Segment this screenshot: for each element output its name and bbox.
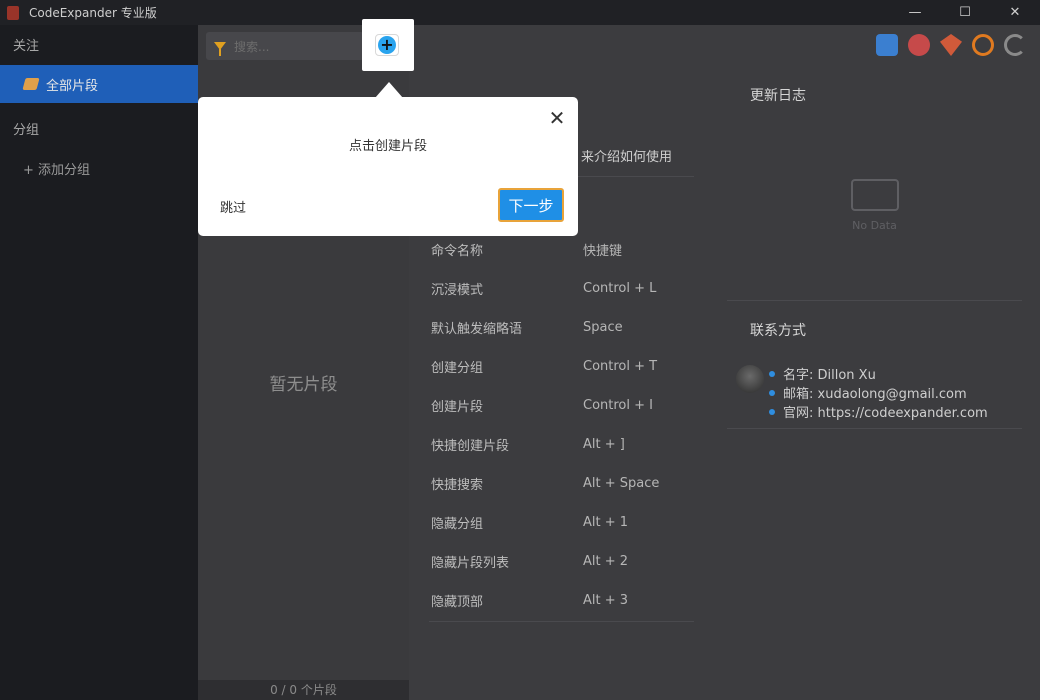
list-item: 官网: https://codeexpander.com xyxy=(769,402,988,421)
divider xyxy=(727,300,1022,301)
table-row: 隐藏顶部 Alt + 3 xyxy=(431,581,693,620)
no-data-text: No Data xyxy=(852,218,897,232)
table-row: 隐藏分组 Alt + 1 xyxy=(431,503,693,542)
filter-icon[interactable] xyxy=(214,42,226,56)
shortcut-name: 隐藏顶部 xyxy=(431,595,484,610)
bullet-icon xyxy=(769,408,775,415)
table-row: 快捷搜索 Alt + Space xyxy=(431,464,693,503)
changelog-empty: No Data xyxy=(727,125,1022,285)
shortcut-key: Control + T xyxy=(583,359,658,374)
tour-close-button[interactable]: ✕ xyxy=(548,108,566,128)
contact-name: 名字: Dillon Xu xyxy=(783,368,876,383)
bullet-icon xyxy=(769,370,775,377)
shortcut-name: 隐藏分组 xyxy=(431,517,484,532)
sidebar-follow-heading: 关注 xyxy=(13,38,40,54)
snippet-count-footer: 0 / 0 个片段 xyxy=(198,680,409,700)
contact-title: 联系方式 xyxy=(750,323,806,339)
shortcut-key: Alt + ] xyxy=(583,437,625,452)
sync-icon[interactable] xyxy=(972,34,994,56)
search-placeholder: 搜索... xyxy=(234,39,270,54)
shortcut-name: 快捷创建片段 xyxy=(431,439,510,454)
tour-popup: ✕ 点击创建片段 跳过 下一步 xyxy=(198,97,578,236)
changelog-title: 更新日志 xyxy=(750,88,806,104)
empty-tray-icon xyxy=(850,178,899,211)
shortcut-key: Alt + 3 xyxy=(583,593,629,608)
shortcut-name: 创建分组 xyxy=(431,361,484,376)
intro-text: 来介绍如何使用 xyxy=(581,150,673,165)
sidebar-item-all-snippets[interactable]: 全部片段 xyxy=(0,65,198,103)
table-row: 沉浸模式 Control + L xyxy=(431,269,693,308)
table-row: 创建分组 Control + T xyxy=(431,347,693,386)
table-row: 默认触发缩略语 Space xyxy=(431,308,693,347)
title-bar: CodeExpander 专业版 — ☐ ✕ xyxy=(0,0,1040,25)
sidebar-item-label: 全部片段 xyxy=(46,78,99,94)
contact-list: 名字: Dillon Xu 邮箱: xudaolong@gmail.com 官网… xyxy=(769,364,988,421)
shortcut-name: 默认触发缩略语 xyxy=(431,322,523,337)
tag-icon xyxy=(22,78,40,90)
plus-icon: + xyxy=(378,36,396,54)
tour-message: 点击创建片段 xyxy=(348,139,427,154)
shortcut-key: Control + L xyxy=(583,281,657,296)
codeexpander-icon[interactable] xyxy=(1004,34,1026,56)
maximize-button[interactable]: ☐ xyxy=(940,0,990,25)
tour-arrow xyxy=(375,82,403,98)
divider xyxy=(727,428,1022,429)
add-group-button[interactable]: + 添加分组 xyxy=(23,159,90,178)
app-logo-icon xyxy=(7,5,19,20)
shortcut-name: 沉浸模式 xyxy=(431,283,484,298)
toolbar-icons xyxy=(876,34,1026,56)
rocket-icon[interactable] xyxy=(908,34,930,56)
shortcut-name: 隐藏片段列表 xyxy=(431,556,510,571)
shortcut-key: Alt + Space xyxy=(583,476,660,491)
window-title: CodeExpander 专业版 xyxy=(29,6,157,20)
create-snippet-button[interactable]: + xyxy=(375,34,399,56)
tour-next-button[interactable]: 下一步 xyxy=(498,188,564,222)
table-row: 快捷创建片段 Alt + ] xyxy=(431,425,693,464)
shortcut-name: 创建片段 xyxy=(431,400,484,415)
contact-website[interactable]: 官网: https://codeexpander.com xyxy=(783,402,988,421)
contact-email[interactable]: 邮箱: xudaolong@gmail.com xyxy=(783,383,967,402)
shortcut-key: Control + I xyxy=(583,398,653,413)
minimize-button[interactable]: — xyxy=(890,0,940,25)
tour-skip-button[interactable]: 跳过 xyxy=(220,197,246,216)
shortcut-key: Space xyxy=(583,320,623,335)
bullet-icon xyxy=(769,389,775,396)
divider xyxy=(429,621,694,622)
diamond-icon[interactable] xyxy=(940,34,962,56)
table-row: 隐藏片段列表 Alt + 2 xyxy=(431,542,693,581)
shortcut-name: 快捷搜索 xyxy=(431,478,484,493)
info-panel: 更新日志 No Data 联系方式 名字: Dillon Xu 邮箱: xuda… xyxy=(727,85,1022,429)
book-icon[interactable] xyxy=(876,34,898,56)
window-controls: — ☐ ✕ xyxy=(890,0,1040,25)
shortcut-key: Alt + 2 xyxy=(583,554,629,569)
sidebar-group-heading: 分组 xyxy=(13,122,40,138)
list-item: 邮箱: xudaolong@gmail.com xyxy=(769,383,988,402)
shortcut-header-key: 快捷键 xyxy=(583,244,623,259)
empty-list-text: 暂无片段 xyxy=(269,375,338,395)
shortcut-table: 命令名称 快捷键 沉浸模式 Control + L 默认触发缩略语 Space 创建… xyxy=(431,230,693,620)
search-input[interactable]: 搜索... xyxy=(206,32,364,60)
sidebar: 关注 全部片段 分组 + 添加分组 xyxy=(0,25,198,700)
table-row: 创建片段 Control + I xyxy=(431,386,693,425)
avatar xyxy=(736,365,764,393)
shortcut-key: Alt + 1 xyxy=(583,515,629,530)
close-button[interactable]: ✕ xyxy=(990,0,1040,25)
list-item: 名字: Dillon Xu xyxy=(769,364,988,383)
shortcut-header-name: 命令名称 xyxy=(431,244,484,259)
